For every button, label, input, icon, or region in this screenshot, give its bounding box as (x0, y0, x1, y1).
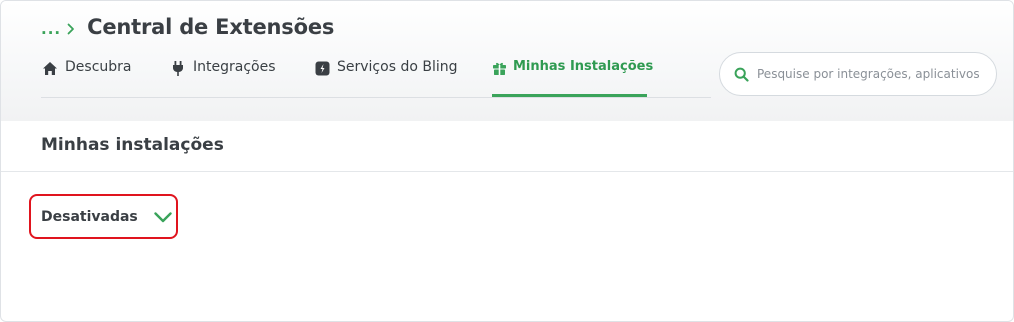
chevron-right-icon (67, 20, 75, 39)
tab-minhas-instalacoes[interactable]: Minhas Instalações (492, 51, 653, 97)
search-input[interactable] (757, 67, 985, 81)
tab-descubra[interactable]: Descubra (41, 51, 131, 97)
section-header: Minhas instalações (1, 121, 1013, 172)
gift-icon (492, 59, 507, 77)
tab-bar: Descubra Integrações Serviços do Bling M… (41, 51, 711, 98)
search-icon (734, 67, 749, 82)
bling-icon (313, 59, 331, 77)
tab-servicos-do-bling[interactable]: Serviços do Bling (313, 51, 457, 97)
plug-icon (169, 59, 187, 77)
chevron-down-icon (154, 212, 172, 223)
breadcrumb-ellipsis[interactable]: ... (41, 20, 61, 38)
tab-label: Serviços do Bling (337, 59, 458, 75)
tab-label: Minhas Instalações (513, 59, 654, 74)
dropdown-label: Desativadas (41, 208, 138, 225)
desativadas-dropdown[interactable]: Desativadas (29, 194, 178, 239)
extensions-panel: ... Central de Extensões Descubra Integr… (0, 0, 1014, 322)
section-title: Minhas instalações (41, 135, 224, 155)
tab-label: Descubra (65, 59, 132, 75)
tab-label: Integrações (193, 59, 276, 75)
search-box[interactable] (719, 52, 997, 96)
home-icon (41, 59, 59, 77)
page-title: Central de Extensões (87, 15, 335, 39)
breadcrumb: ... Central de Extensões (41, 13, 334, 41)
tab-integracoes[interactable]: Integrações (169, 51, 276, 97)
page-header: ... Central de Extensões Descubra Integr… (1, 1, 1013, 121)
